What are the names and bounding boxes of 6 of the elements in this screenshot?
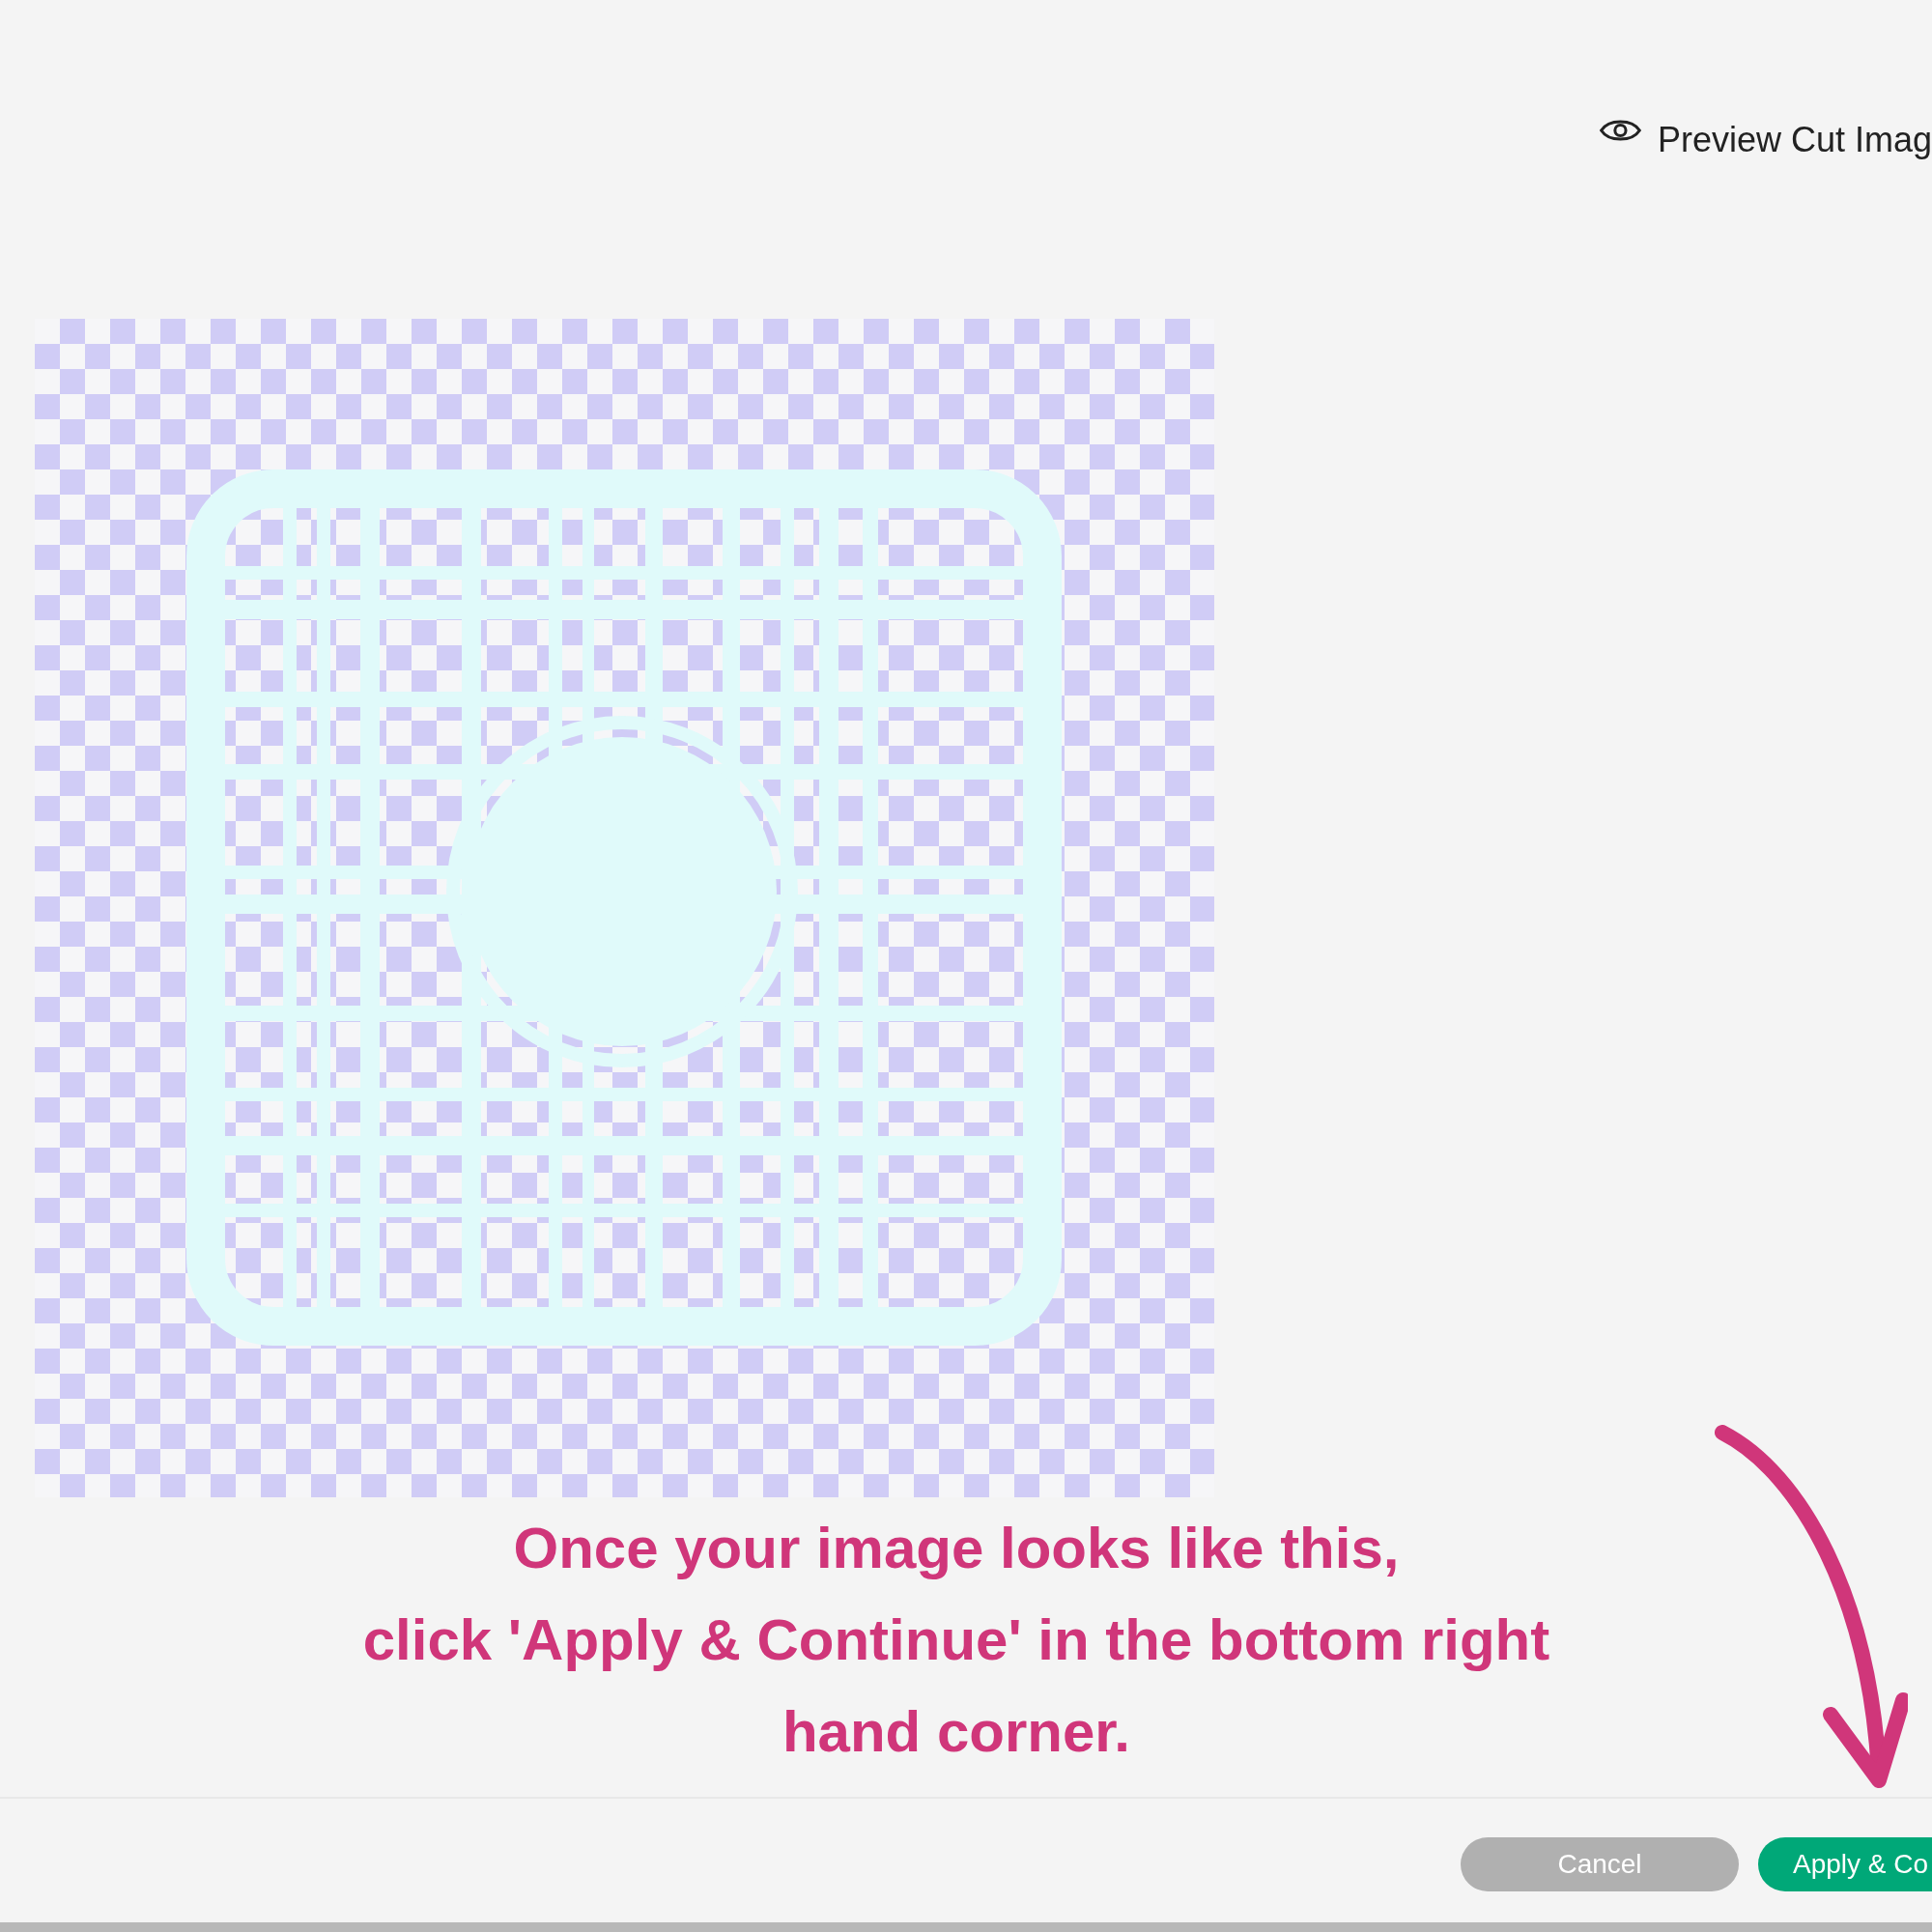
preview-cut-image-link[interactable]: Preview Cut Imag	[1657, 114, 1932, 166]
annotation-line: click 'Apply & Continue' in the bottom right	[362, 1606, 1550, 1674]
apply-button[interactable]: Apply & Co	[1758, 1837, 1932, 1891]
annotation-line: Once your image looks like this,	[513, 1515, 1400, 1582]
cancel-button[interactable]: Cancel	[1461, 1837, 1739, 1891]
annotation-line: hand corner.	[781, 1698, 1131, 1766]
